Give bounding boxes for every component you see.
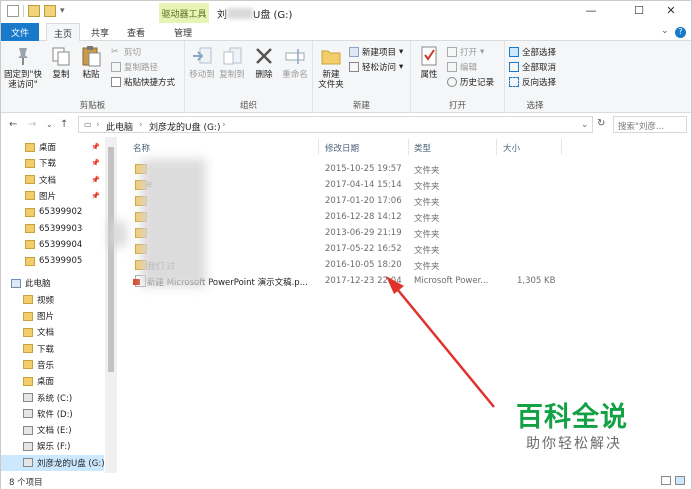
annotation-arrow-head bbox=[386, 276, 404, 294]
watermark-title: 百科全说 bbox=[516, 402, 628, 433]
annotation-arrow-line bbox=[392, 283, 495, 408]
watermark-subtitle: 助你轻松解决 bbox=[526, 436, 622, 452]
